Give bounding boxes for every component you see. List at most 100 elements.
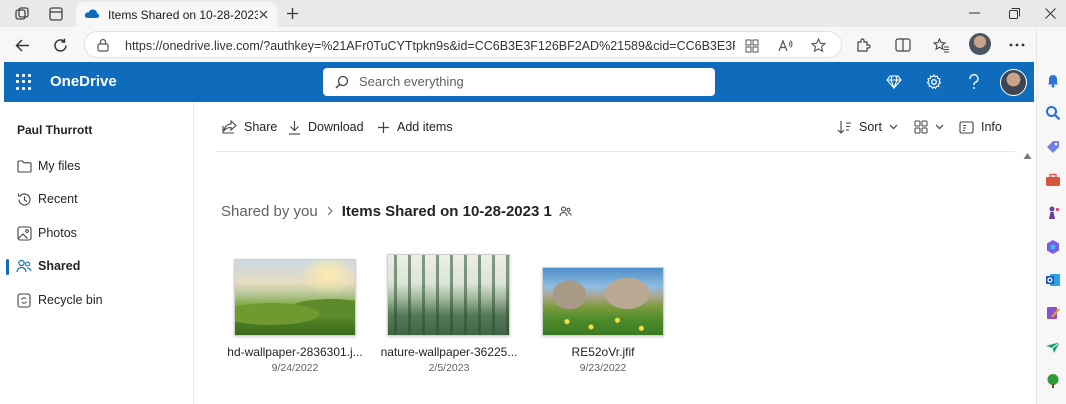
microsoft-365-icon[interactable] (1045, 239, 1061, 255)
lock-icon[interactable] (97, 38, 109, 57)
restore-icon[interactable] (1004, 4, 1024, 22)
view-options-button[interactable] (914, 117, 944, 137)
folder-icon (16, 158, 32, 174)
add-items-label: Add items (397, 120, 453, 134)
file-name[interactable]: hd-wallpaper-2836301.j... (220, 345, 370, 359)
file-date: 2/5/2023 (428, 362, 470, 374)
browser-tab-active[interactable]: Items Shared on 10-28-2023 1 - (76, 2, 277, 27)
nav-item-shared[interactable]: Shared (4, 251, 193, 281)
search-input[interactable] (359, 74, 699, 89)
image-icon (16, 225, 32, 241)
search-icon (335, 75, 349, 94)
notifications-bell-icon[interactable] (1045, 72, 1061, 88)
tab-title: Items Shared on 10-28-2023 1 - (108, 7, 258, 22)
browser-profile-avatar[interactable] (969, 33, 991, 55)
share-label: Share (244, 120, 278, 134)
vertical-tabs-icon[interactable] (47, 5, 65, 23)
sort-button[interactable]: Sort (837, 117, 898, 137)
info-button[interactable]: Info (959, 117, 1002, 137)
send-arrow-icon[interactable] (1045, 339, 1061, 355)
help-question-icon[interactable] (964, 72, 984, 92)
command-bar: Share Download Add items Sort Info (215, 112, 1015, 142)
more-options-icon[interactable] (1007, 35, 1027, 55)
breadcrumb-current[interactable]: Items Shared on 10-28-2023 1 (342, 203, 552, 220)
info-pane-icon (959, 120, 974, 134)
browser-toolbar: https://onedrive.live.com/?authkey=%21AF… (0, 27, 1036, 62)
scroll-up-arrow-icon[interactable] (1023, 152, 1032, 160)
read-aloud-icon[interactable] (777, 37, 795, 54)
favorite-star-icon[interactable] (809, 37, 827, 54)
breadcrumb: Shared by you Items Shared on 10-28-2023… (221, 200, 572, 222)
premium-diamond-icon[interactable] (884, 72, 904, 92)
games-chess-icon[interactable] (1045, 205, 1061, 221)
split-screen-icon[interactable] (893, 35, 913, 55)
tools-briefcase-icon[interactable] (1045, 172, 1061, 188)
user-name: Paul Thurrott (17, 123, 93, 137)
url-text[interactable]: https://onedrive.live.com/?authkey=%21AF… (125, 39, 735, 53)
download-button[interactable]: Download (288, 117, 364, 137)
breadcrumb-parent[interactable]: Shared by you (221, 203, 318, 220)
nav-label-my-files: My files (38, 159, 81, 173)
refresh-icon[interactable] (50, 35, 70, 55)
share-button[interactable]: Share (222, 117, 277, 137)
sort-label: Sort (859, 120, 882, 134)
browser-tab-strip: Items Shared on 10-28-2023 1 - (0, 0, 1066, 27)
nav-item-recent[interactable]: Recent (4, 184, 193, 214)
file-date: 9/23/2022 (579, 362, 627, 374)
file-tile[interactable]: nature-wallpaper-36225... 2/5/2023 (374, 250, 524, 380)
command-bar-divider (215, 151, 1015, 152)
outlook-icon[interactable] (1045, 272, 1061, 288)
left-navigation: Paul Thurrott My files Recent Photos Sha… (4, 102, 194, 404)
nav-label-photos: Photos (38, 226, 77, 240)
view-chevron-down-icon (935, 124, 944, 130)
account-avatar[interactable] (1000, 69, 1027, 96)
nav-item-my-files[interactable]: My files (4, 151, 193, 181)
minimize-icon[interactable] (964, 4, 984, 22)
app-launcher-waffle-icon[interactable] (16, 74, 32, 90)
close-window-icon[interactable] (1040, 4, 1060, 22)
people-icon (16, 258, 32, 274)
address-bar[interactable]: https://onedrive.live.com/?authkey=%21AF… (84, 31, 842, 58)
download-label: Download (308, 120, 364, 134)
chevron-down-icon (889, 124, 898, 130)
search-sidebar-icon[interactable] (1045, 105, 1061, 121)
file-tile[interactable]: RE52oVr.jfif 9/23/2022 (528, 250, 678, 380)
onedrive-header: OneDrive (4, 62, 1034, 102)
add-items-button[interactable]: Add items (377, 117, 453, 137)
app-available-icon[interactable] (743, 37, 761, 54)
plus-icon (378, 121, 389, 133)
favorites-icon[interactable] (931, 35, 951, 55)
selected-indicator (6, 259, 9, 275)
download-icon (289, 120, 300, 135)
file-thumbnail[interactable] (542, 267, 664, 336)
settings-gear-icon[interactable] (924, 72, 944, 92)
shopping-tag-icon[interactable] (1045, 139, 1061, 155)
share-icon (222, 120, 237, 134)
nav-label-shared: Shared (38, 259, 81, 273)
extensions-icon[interactable] (853, 35, 873, 55)
search-box[interactable] (323, 68, 715, 96)
chevron-right-icon (327, 206, 333, 216)
nav-item-recycle-bin[interactable]: Recycle bin (4, 285, 193, 315)
back-icon[interactable] (12, 35, 32, 55)
nav-item-photos[interactable]: Photos (4, 218, 193, 248)
info-label: Info (981, 120, 1002, 134)
tree-icon[interactable] (1045, 373, 1061, 389)
workspaces-icon[interactable] (13, 5, 31, 23)
new-tab-icon[interactable] (283, 4, 301, 22)
drop-notes-icon[interactable] (1045, 305, 1061, 321)
sort-icon (837, 121, 851, 134)
file-tile[interactable]: hd-wallpaper-2836301.j... 9/24/2022 (220, 250, 370, 380)
grid-view-icon (914, 120, 928, 134)
file-thumbnail[interactable] (234, 259, 356, 336)
file-name[interactable]: RE52oVr.jfif (528, 345, 678, 359)
file-name[interactable]: nature-wallpaper-36225... (374, 345, 524, 359)
recycle-bin-icon (16, 292, 32, 308)
onedrive-brand[interactable]: OneDrive (50, 73, 117, 90)
file-date: 9/24/2022 (271, 362, 319, 374)
close-tab-icon[interactable] (256, 7, 270, 21)
file-thumbnail[interactable] (387, 254, 510, 336)
history-icon (16, 191, 32, 207)
edge-sidebar (1036, 27, 1066, 404)
shared-people-icon[interactable] (559, 206, 572, 217)
